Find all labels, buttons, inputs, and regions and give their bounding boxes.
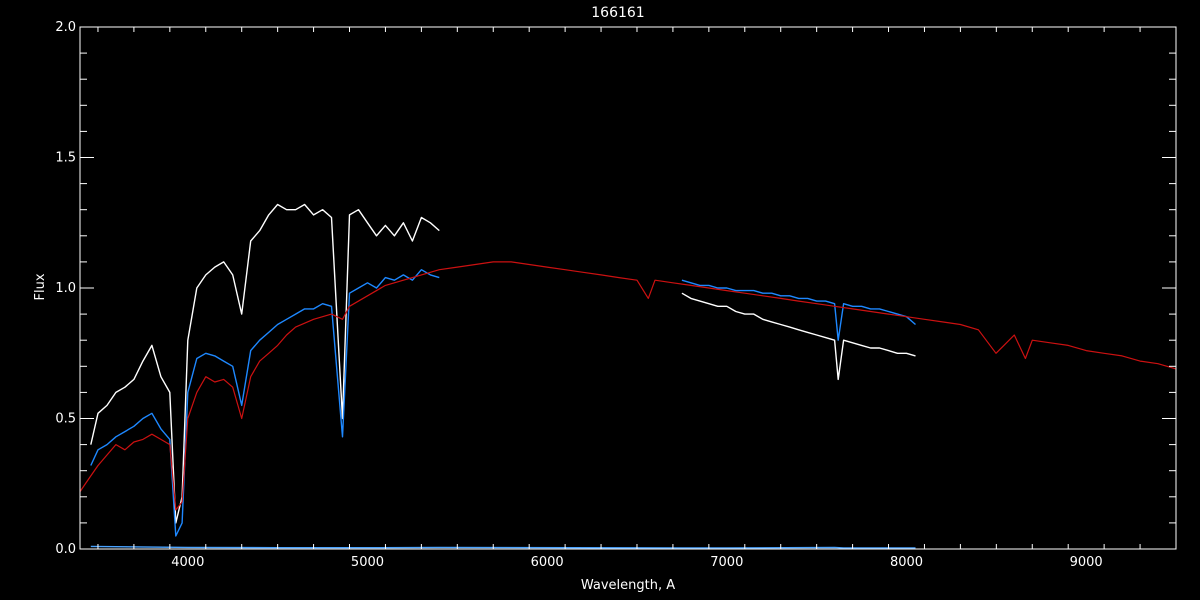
y-tick-label: 0.0 <box>55 542 76 557</box>
y-axis-label: Flux <box>33 273 48 300</box>
x-axis-label: Wavelength, A <box>581 578 675 593</box>
y-tick-label: 1.5 <box>55 151 76 166</box>
chart-background <box>0 0 1200 600</box>
x-tick-label: 9000 <box>1070 555 1103 570</box>
x-tick-label: 6000 <box>531 555 564 570</box>
x-tick-label: 5000 <box>351 555 384 570</box>
x-tick-label: 4000 <box>171 555 204 570</box>
spectrum-chart: 166161 4000 5000 6000 7000 8000 9000 0.0 0.5 1.0… <box>0 0 1200 600</box>
y-tick-label: 2.0 <box>55 20 76 35</box>
y-tick-label: 1.0 <box>55 281 76 296</box>
x-tick-label: 7000 <box>710 555 743 570</box>
x-tick-label: 8000 <box>890 555 923 570</box>
chart-title: 166161 <box>591 5 644 21</box>
y-tick-label: 0.5 <box>55 412 76 427</box>
